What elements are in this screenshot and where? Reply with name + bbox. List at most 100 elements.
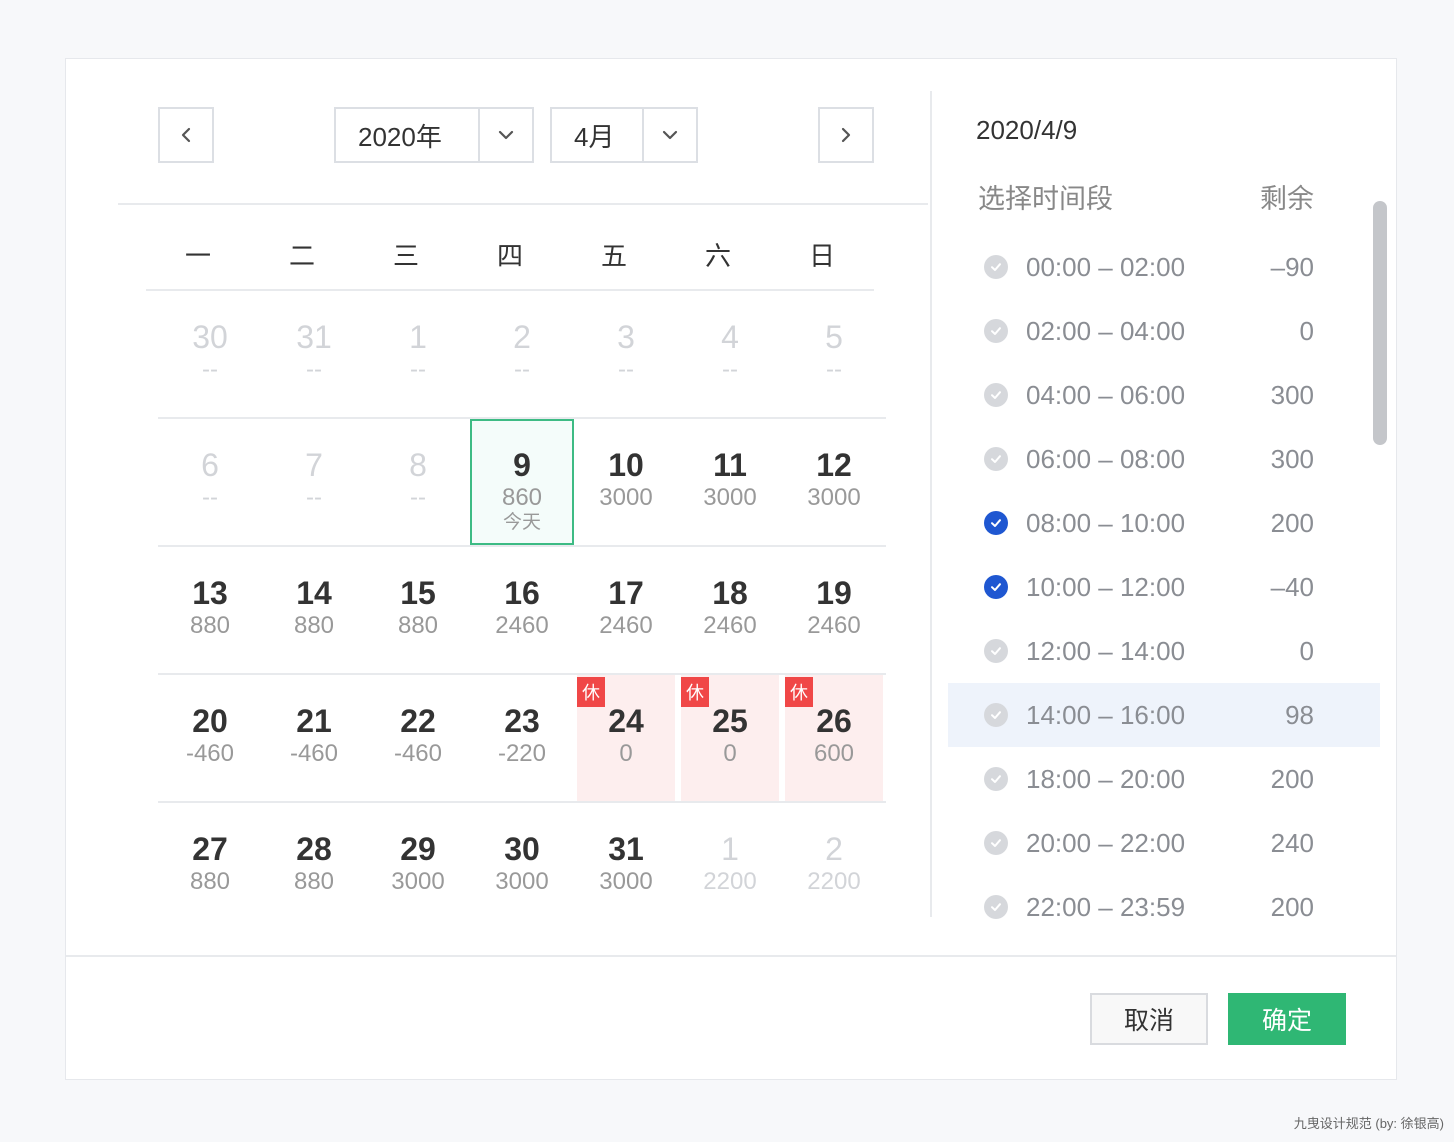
calendar-day[interactable]: 12 3000 [782,419,886,545]
check-circle-icon[interactable] [984,895,1008,919]
calendar-day[interactable]: 13 880 [158,547,262,673]
panel-divider [930,91,932,917]
check-circle-icon[interactable] [984,703,1008,727]
day-value: -- [826,356,842,383]
calendar-day[interactable]: 29 3000 [366,803,470,931]
calendar-day[interactable]: 20 -460 [158,675,262,801]
month-select[interactable]: 4月 [550,107,698,163]
weekday-label: 四 [496,240,523,271]
calendar-day[interactable]: 23 -220 [470,675,574,801]
day-value: -220 [497,740,547,767]
calendar-day[interactable]: 22 -460 [366,675,470,801]
selected-date-label: 2020/4/9 [976,115,1078,145]
time-slot-row[interactable]: 10:00 – 12:00 –40 [948,555,1380,619]
day-value: -- [202,356,218,383]
calendar-week-row: 13 880 14 880 15 880 16 2460 17 2460 18 2460 19 2460 [158,547,886,675]
calendar-day: 2 2200 [782,803,886,931]
time-slot-row[interactable]: 12:00 – 14:00 0 [948,619,1380,683]
calendar-day: 1 -- [366,291,470,417]
cancel-button[interactable]: 取消 [1090,993,1208,1045]
day-number: 10 [608,447,644,483]
day-value: 2460 [807,612,861,639]
time-slot-row[interactable]: 22:00 – 23:59 200 [948,875,1380,939]
day-number: 13 [192,575,228,611]
calendar-day[interactable]: 休 26 600 [785,675,883,801]
calendar-day[interactable]: 31 3000 [574,803,678,931]
day-number: 7 [305,447,323,483]
day-value: 860 [501,484,543,511]
time-slot-row[interactable]: 08:00 – 10:00 200 [948,491,1380,555]
day-value: -- [202,484,218,511]
check-circle-icon[interactable] [984,831,1008,855]
slot-remaining: 200 [1270,891,1314,922]
calendar-day[interactable]: 10 3000 [574,419,678,545]
check-circle-icon[interactable] [984,319,1008,343]
day-number: 27 [192,831,228,867]
calendar-day: 7 -- [262,419,366,545]
check-circle-icon[interactable] [984,575,1008,599]
calendar-day[interactable]: 19 2460 [782,547,886,673]
check-circle-icon[interactable] [984,767,1008,791]
calendar-day[interactable]: 11 3000 [678,419,782,545]
calendar-day[interactable]: 21 -460 [262,675,366,801]
time-slot-row[interactable]: 20:00 – 22:00 240 [948,811,1380,875]
calendar-day[interactable]: 17 2460 [574,547,678,673]
year-select[interactable]: 2020年 [334,107,534,163]
calendar-day[interactable]: 15 880 [366,547,470,673]
next-month-button[interactable] [818,107,874,163]
calendar-day[interactable]: 16 2460 [470,547,574,673]
day-value: 2460 [495,612,549,639]
calendar-day: 4 -- [678,291,782,417]
confirm-button[interactable]: 确定 [1228,993,1346,1045]
prev-month-button[interactable] [158,107,214,163]
slot-remaining: 300 [1270,443,1314,474]
slot-remaining: 240 [1270,827,1314,858]
day-number: 22 [400,703,436,739]
day-number: 23 [504,703,540,739]
day-value: -- [514,356,530,383]
day-value: 3000 [391,868,445,895]
check-circle-icon[interactable] [984,255,1008,279]
weekday-label: 三 [392,240,419,271]
year-dropdown-toggle[interactable] [478,109,532,161]
calendar-day[interactable]: 30 3000 [470,803,574,931]
calendar-day[interactable]: 14 880 [262,547,366,673]
time-slot-row[interactable]: 14:00 – 16:00 98 [948,683,1380,747]
check-circle-icon[interactable] [984,511,1008,535]
check-circle-icon[interactable] [984,447,1008,471]
day-number: 28 [296,831,332,867]
slot-remaining: 98 [1285,699,1314,730]
slot-remaining: 0 [1299,635,1314,666]
time-slot-row[interactable]: 04:00 – 06:00 300 [948,363,1380,427]
calendar-day[interactable]: 27 880 [158,803,262,931]
slot-time: 12:00 – 14:00 [1026,635,1186,666]
month-select-value: 4月 [574,121,615,152]
time-slot-row[interactable]: 18:00 – 20:00 200 [948,747,1380,811]
day-value: 0 [723,740,737,767]
day-value: 3000 [703,484,757,511]
check-circle-icon[interactable] [984,383,1008,407]
day-number: 12 [816,447,852,483]
slot-time: 06:00 – 08:00 [1026,443,1186,474]
calendar-day: 8 -- [366,419,470,545]
check-circle-icon[interactable] [984,639,1008,663]
calendar-day-today[interactable]: 9 860 今天 [470,419,574,545]
calendar-day[interactable]: 休 25 0 [681,675,779,801]
calendar-day[interactable]: 28 880 [262,803,366,931]
time-slot-row[interactable]: 06:00 – 08:00 300 [948,427,1380,491]
time-slot-row[interactable]: 00:00 – 02:00 –90 [948,235,1380,299]
day-value: -- [410,356,426,383]
slot-time: 08:00 – 10:00 [1026,507,1186,538]
day-value: 880 [293,612,335,639]
day-number: 26 [816,703,852,739]
day-value: 3000 [599,484,653,511]
time-slot-row[interactable]: 02:00 – 04:00 0 [948,299,1380,363]
slot-list-header: 选择时间段 剩余 [978,177,1314,216]
calendar-day[interactable]: 休 24 0 [577,675,675,801]
toolbar-divider [118,203,928,205]
calendar-day[interactable]: 18 2460 [678,547,782,673]
year-select-value: 2020年 [358,121,442,152]
month-dropdown-toggle[interactable] [642,109,696,161]
slot-list-scrollbar[interactable] [1373,201,1387,445]
calendar-day: 1 2200 [678,803,782,931]
